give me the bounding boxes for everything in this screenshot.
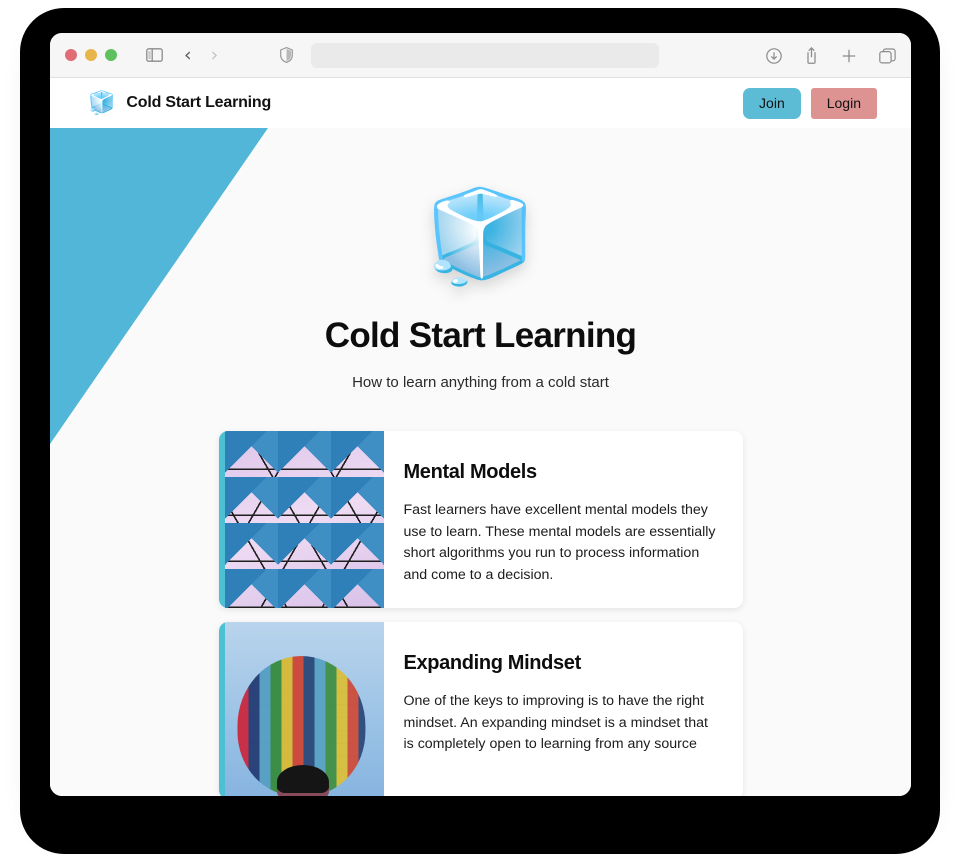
address-bar[interactable] <box>311 42 660 68</box>
toolbar-right-icons <box>766 33 896 78</box>
new-tab-icon[interactable] <box>841 48 857 64</box>
sidebar-toggle-icon[interactable] <box>146 48 163 62</box>
maximize-window-button[interactable] <box>105 49 117 61</box>
brand-logo[interactable]: 🧊 Cold Start Learning <box>88 92 271 114</box>
page-body: 🧊 Cold Start Learning How to learn anyth… <box>50 128 911 796</box>
ice-cube-icon: 🧊 <box>88 90 116 115</box>
browser-toolbar: ‹ › <box>50 33 911 78</box>
list-item[interactable]: Mental Models Fast learners have excelle… <box>218 431 743 608</box>
card-text: One of the keys to improving is to have … <box>403 693 708 752</box>
shield-icon[interactable] <box>280 47 294 63</box>
card-title: Expanding Mindset <box>403 652 582 674</box>
list-item[interactable]: Expanding Mindset One of the keys to imp… <box>218 622 743 796</box>
site-header: 🧊 Cold Start Learning Join Login <box>50 78 911 128</box>
card-body: Expanding Mindset One of the keys to imp… <box>384 622 743 796</box>
hero-section: 🧊 Cold Start Learning How to learn anyth… <box>50 128 911 391</box>
downloads-icon[interactable] <box>766 47 782 64</box>
brand-name: Cold Start Learning <box>126 94 272 111</box>
forward-button[interactable]: › <box>211 45 219 65</box>
page-title: Cold Start Learning <box>324 316 637 355</box>
geometric-triangles-image <box>224 431 384 608</box>
browser-window: ‹ › 🧊 Cold Start Learning Join Login 🧊 C… <box>50 33 911 796</box>
login-button[interactable]: Login <box>810 87 877 119</box>
tab-overview-icon[interactable] <box>879 47 896 64</box>
header-actions: Join Login <box>743 87 877 119</box>
hot-air-balloon-image <box>224 622 384 796</box>
traffic-lights <box>65 49 117 61</box>
card-title: Mental Models <box>403 461 538 483</box>
minimize-window-button[interactable] <box>85 49 97 61</box>
address-input[interactable] <box>311 42 660 68</box>
share-icon[interactable] <box>804 47 819 64</box>
join-button[interactable]: Join <box>743 87 801 119</box>
back-button[interactable]: ‹ <box>184 45 192 65</box>
close-window-button[interactable] <box>65 49 77 61</box>
card-text: Fast learners have excellent mental mode… <box>403 502 716 583</box>
card-body: Mental Models Fast learners have excelle… <box>384 431 743 608</box>
card-list: Mental Models Fast learners have excelle… <box>218 431 743 796</box>
page-subtitle: How to learn anything from a cold start <box>352 374 609 391</box>
hero-ice-cube-icon: 🧊 <box>424 187 537 287</box>
